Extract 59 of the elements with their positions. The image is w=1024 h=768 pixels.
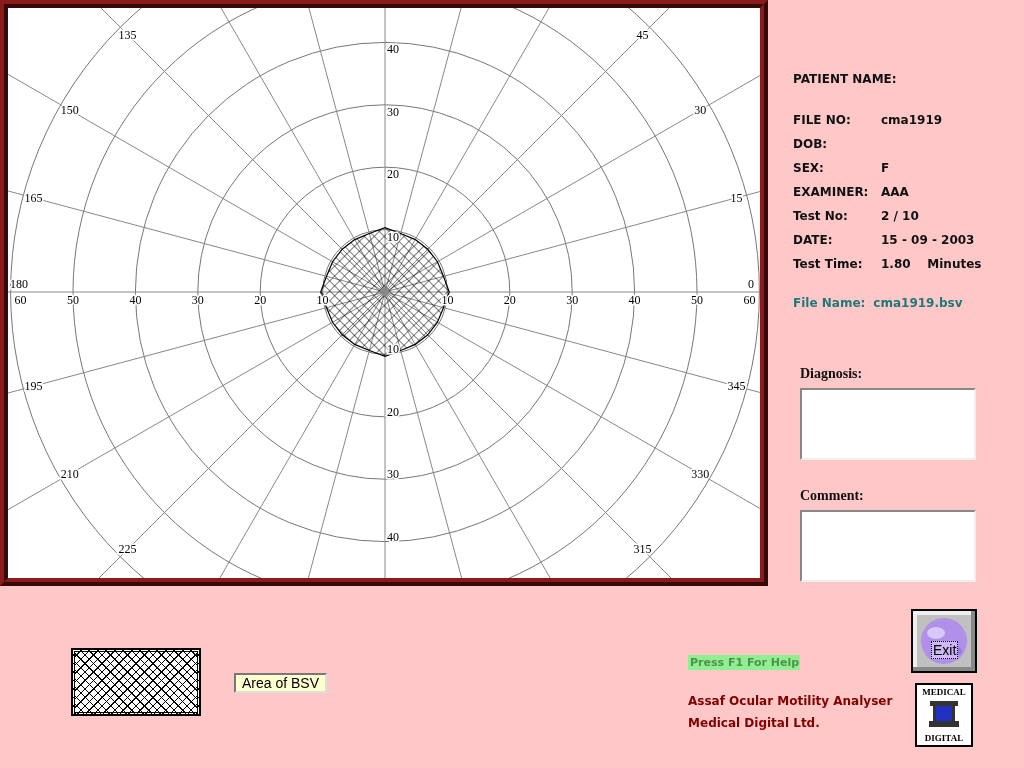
field-label: SEX: (793, 161, 825, 175)
axis-label: 30 (191, 293, 204, 307)
axis-label: 40 (387, 42, 399, 57)
legend-label: Area of BSV (234, 673, 328, 693)
axis-label: 40 (129, 293, 142, 307)
field-value: 1.80 Minutes (881, 257, 982, 271)
field-value: cma1919 (881, 113, 943, 127)
brand-text: Assaf Ocular Motility Analyser (688, 694, 893, 708)
axis-label: 0 (748, 277, 754, 291)
axis-label: 165 (24, 190, 43, 205)
help-hint: Press F1 For Help (688, 655, 801, 670)
axis-label: 345 (727, 379, 746, 394)
axis-label: 50 (691, 293, 703, 307)
axis-label: 50 (67, 293, 79, 307)
axis-label: 60 (743, 293, 756, 307)
axis-label: 135 (118, 27, 137, 42)
axis-label: 180 (10, 277, 28, 291)
axis-label: 20 (387, 404, 399, 419)
axis-label: 30 (566, 293, 579, 307)
axis-label: 10 (387, 342, 399, 357)
field-label: FILE NO: (793, 113, 852, 127)
axis-label: 45 (636, 27, 649, 42)
axis-label: 210 (60, 467, 79, 481)
company-logo: MEDICAL DIGITAL (915, 683, 973, 747)
axis-label: 315 (633, 542, 652, 557)
axis-label: 60 (14, 293, 27, 307)
diagnosis-label: Diagnosis: (800, 366, 864, 382)
field-label: Test No: (793, 209, 849, 223)
patient-name-label: PATIENT NAME: (793, 72, 898, 86)
comment-label: Comment: (800, 488, 865, 504)
axis-label: 195 (24, 379, 43, 394)
field-value: 15 - 09 - 2003 (881, 233, 975, 247)
axis-label: 10 (387, 229, 399, 244)
diagnosis-field[interactable] (800, 388, 976, 460)
axis-label: 30 (387, 467, 399, 482)
center-dot (381, 288, 389, 296)
exit-button[interactable]: Exit (911, 609, 977, 673)
field-value: F (881, 161, 890, 175)
file-name-label: File Name: (793, 296, 866, 310)
axis-label: 30 (694, 103, 707, 117)
field-label: Test Time: (793, 257, 864, 271)
axis-label: 20 (387, 167, 399, 182)
comment-field[interactable] (800, 510, 976, 582)
axis-label: 150 (60, 103, 79, 117)
axis-label: 40 (387, 529, 399, 544)
file-name-value: cma1919.bsv (873, 296, 963, 310)
axis-label: 330 (691, 467, 710, 481)
field-label: EXAMINER: (793, 185, 870, 199)
axis-label: 20 (254, 293, 267, 307)
axis-label: 20 (503, 293, 516, 307)
field-value: AAA (881, 185, 909, 199)
axis-label: 15 (730, 190, 743, 205)
field-value: 2 / 10 (881, 209, 919, 223)
axis-label: 225 (118, 542, 137, 557)
field-label: DOB: (793, 137, 829, 151)
field-label: DATE: (793, 233, 834, 247)
brand-text: Medical Digital Ltd. (688, 716, 821, 730)
axis-label: 40 (628, 293, 641, 307)
axis-label: 30 (387, 104, 399, 119)
